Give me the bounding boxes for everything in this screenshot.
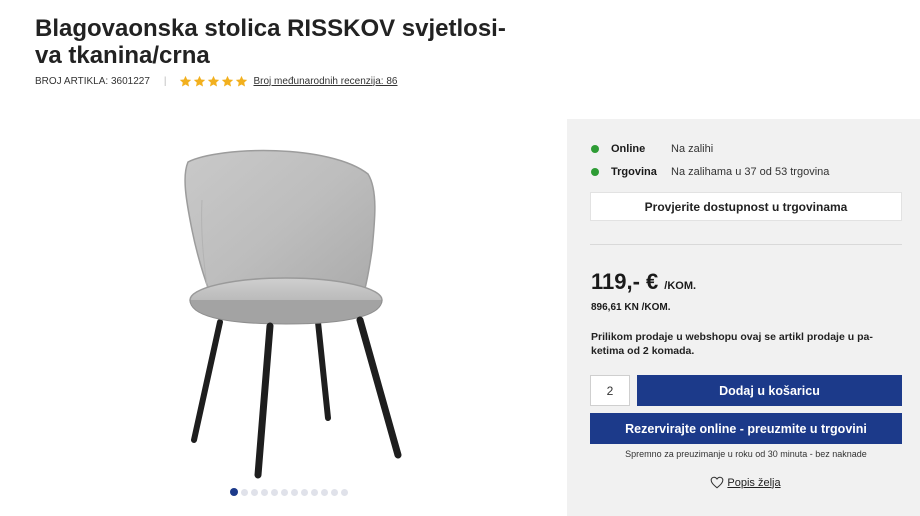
price-kn: 896,61 KN /KOM.: [591, 302, 671, 313]
divider: [590, 244, 902, 245]
price-amount: 119,- €: [591, 269, 659, 294]
rating-stars: [179, 75, 248, 88]
package-note: Prilikom prodaje u webshopu ovaj se arti…: [591, 331, 873, 357]
carousel-dot[interactable]: [271, 488, 278, 496]
carousel-dot[interactable]: [230, 488, 238, 496]
in-stock-dot-icon: [591, 145, 599, 153]
stock-online-label: Online: [611, 143, 646, 155]
add-to-cart-button[interactable]: Dodaj u košaricu: [637, 375, 902, 406]
price: 119,- € /KOM.: [591, 269, 696, 295]
article-number: BROJ ARTIKLA: 3601227: [35, 75, 150, 87]
carousel-dot[interactable]: [251, 488, 258, 496]
carousel-dot[interactable]: [341, 488, 348, 496]
quantity-input[interactable]: [590, 375, 630, 406]
price-unit: /KOM.: [664, 280, 697, 292]
star-icon: [179, 75, 191, 87]
star-icon: [207, 75, 219, 87]
check-availability-button[interactable]: Provjerite dostupnost u trgovinama: [590, 192, 902, 221]
carousel-dot[interactable]: [281, 488, 288, 496]
product-title-line2: va tkanina/crna: [35, 42, 210, 69]
carousel-dot[interactable]: [261, 488, 268, 496]
wishlist-label[interactable]: Popis želja: [727, 477, 780, 489]
star-icon: [193, 75, 205, 87]
product-image[interactable]: [150, 140, 430, 485]
product-title: Blagovaonska stolica RISSKOV svjetlosi- …: [35, 15, 555, 69]
purchase-panel: Online Na zalihi Trgovina Na zalihama u …: [567, 119, 920, 516]
carousel-dot[interactable]: [301, 488, 308, 496]
stock-store-status: Na zalihama u 37 od 53 trgovina: [671, 166, 830, 178]
stock-store: Trgovina Na zalihama u 37 od 53 trgovina: [591, 166, 829, 178]
carousel-dot[interactable]: [311, 488, 318, 496]
product-meta: BROJ ARTIKLA: 3601227 | Broj međunarodni…: [35, 73, 397, 89]
reserve-online-button[interactable]: Rezervirajte online - preuzmite u trgovi…: [590, 413, 902, 444]
reviews-link[interactable]: Broj međunarodnih recenzija: 86: [254, 76, 398, 87]
star-icon: [221, 75, 233, 87]
heart-icon: [711, 476, 724, 489]
carousel-dot[interactable]: [291, 488, 298, 496]
chair-image: [184, 149, 402, 479]
carousel-dot[interactable]: [321, 488, 328, 496]
meta-separator: |: [163, 75, 167, 87]
pickup-note: Spremno za preuzimanje u roku od 30 minu…: [625, 449, 867, 459]
carousel-dots: [230, 488, 348, 496]
stock-online: Online Na zalihi: [591, 143, 713, 155]
carousel-dot[interactable]: [331, 488, 338, 496]
stock-store-label: Trgovina: [611, 166, 657, 178]
stock-online-status: Na zalihi: [671, 143, 714, 155]
product-title-line1: Blagovaonska stolica RISSKOV svjetlosi-: [35, 15, 506, 42]
wishlist-link[interactable]: Popis želja: [567, 476, 920, 489]
star-icon: [235, 75, 247, 87]
in-stock-dot-icon: [591, 168, 599, 176]
carousel-dot[interactable]: [241, 488, 248, 496]
